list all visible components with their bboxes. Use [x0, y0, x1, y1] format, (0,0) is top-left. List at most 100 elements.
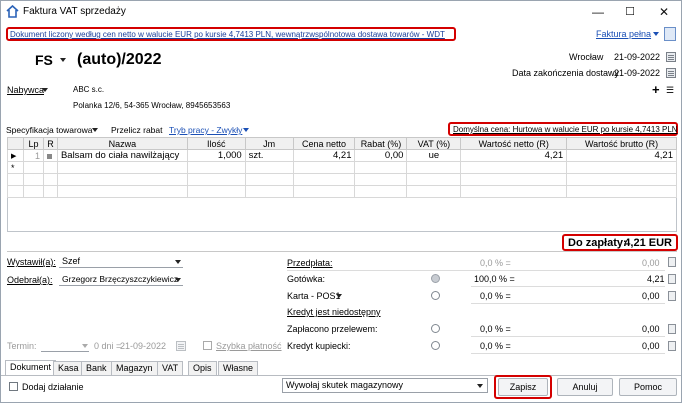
- received-label[interactable]: Odebrał(a):: [7, 275, 53, 285]
- col-qty[interactable]: Ilość: [186, 137, 246, 150]
- info-banner-box: Dokument liczony według cen netto w walu…: [6, 27, 456, 41]
- calculator-icon[interactable]: [668, 324, 676, 334]
- add-action-checkbox[interactable]: [9, 382, 18, 391]
- document-icon[interactable]: [664, 27, 676, 41]
- total-label: Do zapłaty:: [568, 237, 627, 249]
- place-label: Wrocław: [569, 52, 604, 62]
- invoice-window: Faktura VAT sprzedaży — ☐ ✕ Dokument lic…: [0, 0, 682, 403]
- received-combo[interactable]: Grzegorz Brzęczyszczykiewicz: [59, 273, 183, 286]
- col-net[interactable]: Wartość netto (R): [460, 137, 568, 150]
- cash-value[interactable]: 4,21: [647, 274, 665, 284]
- tab-bank[interactable]: Bank: [81, 361, 112, 375]
- buyer-address: Polanka 12/6, 54-365 Wrocław, 8945653563: [73, 101, 231, 110]
- merchant-credit-value[interactable]: 0,00: [642, 341, 660, 351]
- col-gross[interactable]: Wartość brutto (R): [566, 137, 677, 150]
- info-banner[interactable]: Dokument liczony według cen netto w walu…: [10, 30, 445, 39]
- tab-dokument[interactable]: Dokument: [5, 360, 57, 375]
- col-name[interactable]: Nazwa: [56, 137, 188, 150]
- credit-link[interactable]: Kredyt jest niedostępny: [287, 307, 381, 317]
- cell-unit[interactable]: szt.: [244, 149, 294, 162]
- chevron-down-icon: [477, 384, 483, 388]
- divider: [7, 251, 677, 252]
- col-discount[interactable]: Rabat (%): [354, 137, 408, 150]
- help-button[interactable]: Pomoc: [619, 378, 677, 396]
- prepayment-value: 0,00: [642, 258, 660, 268]
- calculator-icon[interactable]: [668, 257, 676, 267]
- invoice-type-link[interactable]: Faktura pełna: [596, 29, 651, 39]
- maximize-button[interactable]: ☐: [615, 4, 645, 20]
- delivery-date-label: Data zakończenia dostawy: [512, 68, 620, 78]
- transfer-value[interactable]: 0,00: [642, 324, 660, 334]
- chevron-down-icon: [653, 32, 659, 36]
- col-r[interactable]: R: [42, 137, 58, 150]
- table-row[interactable]: ▶ 1 Balsam do ciała nawilżający 1,000 sz…: [7, 149, 677, 162]
- calculator-icon[interactable]: [668, 341, 676, 351]
- term-days: 0 dni =: [94, 341, 122, 351]
- issue-date[interactable]: 21-09-2022: [614, 52, 660, 62]
- delivery-date[interactable]: 21-09-2022: [614, 68, 660, 78]
- transfer-label: Zapłacono przelewem:: [287, 324, 378, 334]
- tab-kasa[interactable]: Kasa: [53, 361, 84, 375]
- cash-pct[interactable]: 100,0 % =: [474, 274, 515, 284]
- cell-gross[interactable]: 4,21: [566, 149, 677, 162]
- issued-combo[interactable]: Szef: [59, 255, 183, 268]
- series-label[interactable]: FS: [35, 52, 53, 68]
- chevron-down-icon: [42, 88, 48, 92]
- chevron-down-icon: [336, 294, 342, 298]
- spec-menu[interactable]: Specyfikacja towarowa: [6, 125, 92, 135]
- prepayment-label[interactable]: Przedpłata:: [287, 258, 333, 268]
- document-number[interactable]: (auto)/2022: [77, 51, 161, 69]
- card-radio[interactable]: [431, 291, 440, 300]
- quick-payment-label: Szybka płatność: [216, 341, 282, 351]
- new-row[interactable]: *: [7, 161, 677, 174]
- cell-vat[interactable]: ue: [406, 149, 462, 162]
- cell-price[interactable]: 4,21: [292, 149, 356, 162]
- cell-qty[interactable]: 1,000: [186, 149, 246, 162]
- total-value: 4,21 EUR: [624, 237, 672, 249]
- add-icon[interactable]: +: [652, 82, 660, 97]
- minimize-button[interactable]: —: [583, 4, 613, 20]
- merchant-credit-radio[interactable]: [431, 341, 440, 350]
- cell-discount[interactable]: 0,00: [354, 149, 408, 162]
- col-vat[interactable]: VAT (%): [406, 137, 462, 150]
- card-value[interactable]: 0,00: [642, 291, 660, 301]
- issued-label[interactable]: Wystawił(a):: [7, 257, 56, 267]
- work-mode-link[interactable]: Tryb pracy - Zwykły: [169, 125, 242, 135]
- window-title: Faktura VAT sprzedaży: [23, 6, 126, 17]
- calculator-icon[interactable]: [668, 291, 676, 301]
- tab-wlasne[interactable]: Własne: [218, 361, 259, 375]
- tab-opis[interactable]: Opis: [188, 361, 217, 375]
- transfer-pct[interactable]: 0,0 % =: [480, 324, 511, 334]
- col-price[interactable]: Cena netto: [292, 137, 356, 150]
- cell-name[interactable]: Balsam do ciała nawilżający: [56, 149, 188, 162]
- merchant-credit-pct[interactable]: 0,0 % =: [480, 341, 511, 351]
- calculator-icon[interactable]: [668, 274, 676, 284]
- transfer-radio[interactable]: [431, 324, 440, 333]
- card-pct[interactable]: 0,0 % =: [480, 291, 511, 301]
- cell-net[interactable]: 4,21: [460, 149, 568, 162]
- term-label: Termin:: [7, 341, 37, 351]
- row-marker-header: [7, 137, 24, 150]
- row-marker-icon: ▶: [7, 149, 24, 162]
- close-button[interactable]: ✕: [649, 4, 679, 20]
- calendar-icon[interactable]: [666, 52, 676, 62]
- prepayment-pct: 0,0 % =: [480, 258, 511, 268]
- received-value: Grzegorz Brzęczyszczykiewicz: [62, 274, 179, 284]
- col-lp[interactable]: Lp: [22, 137, 44, 150]
- term-date: 21-09-2022: [120, 341, 167, 351]
- tab-magazyn[interactable]: Magazyn: [111, 361, 158, 375]
- buyer-label[interactable]: Nabywca: [7, 85, 44, 95]
- col-unit[interactable]: Jm: [244, 137, 294, 150]
- chevron-down-icon: [243, 128, 249, 132]
- cancel-button[interactable]: Anuluj: [557, 378, 613, 396]
- default-price-link[interactable]: Domyślna cena: Hurtowa w walucie EUR po …: [453, 125, 678, 134]
- card-label[interactable]: Karta - POS1: [287, 291, 341, 301]
- recalc-discount-link[interactable]: Przelicz rabat: [111, 125, 163, 135]
- calendar-icon[interactable]: [666, 68, 676, 78]
- tab-vat[interactable]: VAT: [157, 361, 184, 375]
- save-button[interactable]: Zapisz: [498, 378, 548, 396]
- cash-radio[interactable]: [431, 274, 440, 283]
- list-icon[interactable]: ☰: [666, 85, 674, 96]
- warehouse-effect-select[interactable]: Wywołaj skutek magazynowy: [282, 378, 488, 393]
- merchant-credit-label: Kredyt kupiecki:: [287, 341, 351, 351]
